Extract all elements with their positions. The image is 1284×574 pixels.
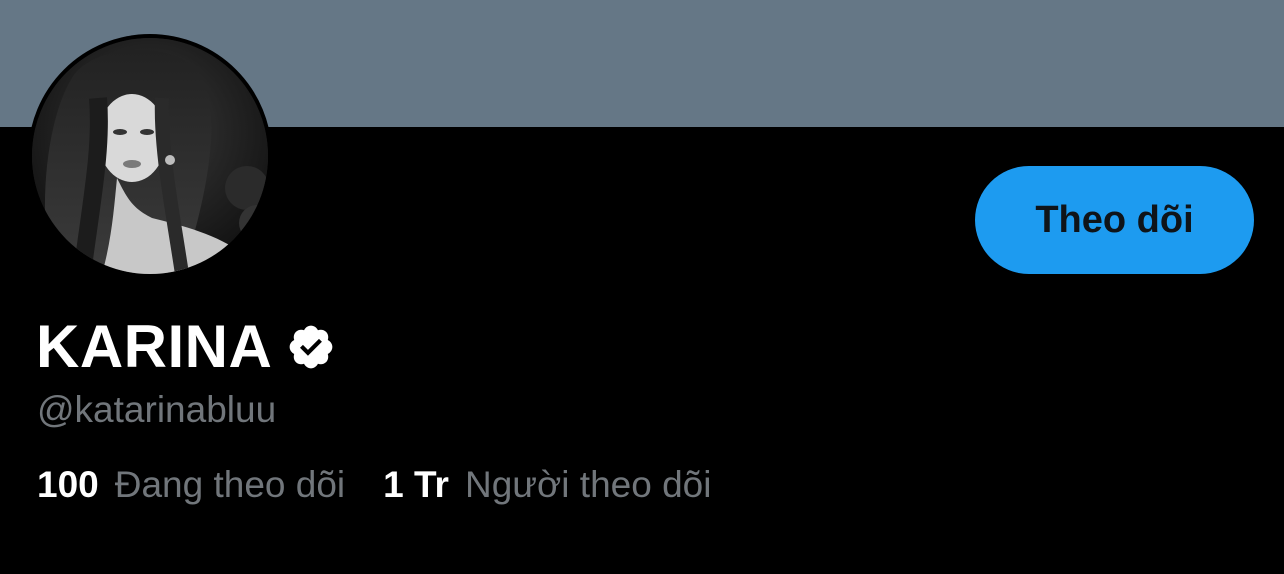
verified-badge-icon[interactable] <box>286 322 336 372</box>
name-row: KARINA <box>36 314 336 380</box>
followers-count: 1 Tr <box>383 464 449 505</box>
avatar[interactable] <box>32 38 268 274</box>
following-count: 100 <box>37 464 99 505</box>
avatar-photo <box>32 38 268 274</box>
follow-button[interactable]: Theo dõi <box>975 166 1254 274</box>
followers-link[interactable]: 1 Tr Người theo dõi <box>383 461 711 509</box>
display-name: KARINA <box>36 313 273 380</box>
profile-stats: 100 Đang theo dõi 1 Tr Người theo dõi <box>37 461 711 509</box>
following-label: Đang theo dõi <box>114 464 346 505</box>
followers-label: Người theo dõi <box>464 464 712 505</box>
profile-handle: @katarinabluu <box>37 389 277 430</box>
following-link[interactable]: 100 Đang theo dõi <box>37 461 345 509</box>
